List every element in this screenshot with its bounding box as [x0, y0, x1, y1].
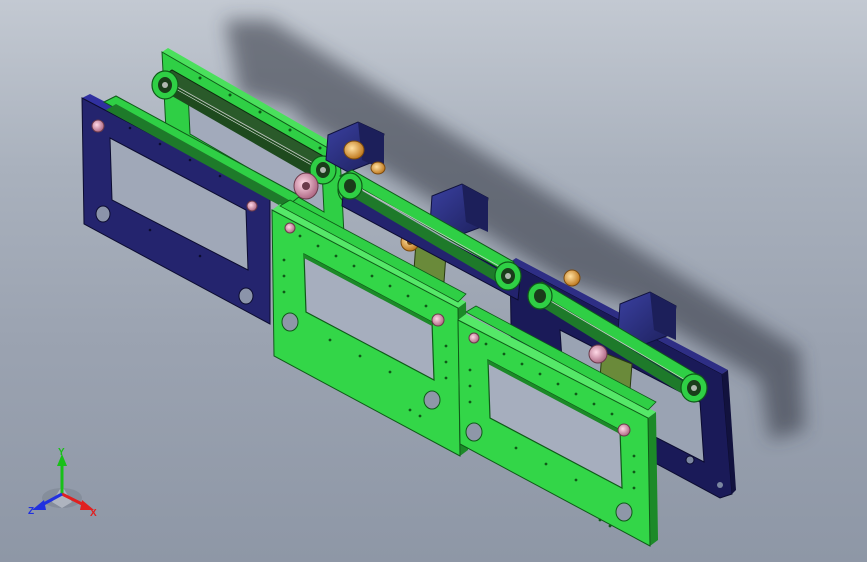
z-axis-label: Z: [28, 506, 34, 517]
y-axis-label: Y: [58, 447, 65, 458]
axis-triad: Y X Z: [28, 447, 97, 519]
assembly-model[interactable]: [0, 0, 867, 562]
cad-viewport[interactable]: Y X Z: [0, 0, 867, 562]
x-axis-label: X: [90, 508, 97, 519]
